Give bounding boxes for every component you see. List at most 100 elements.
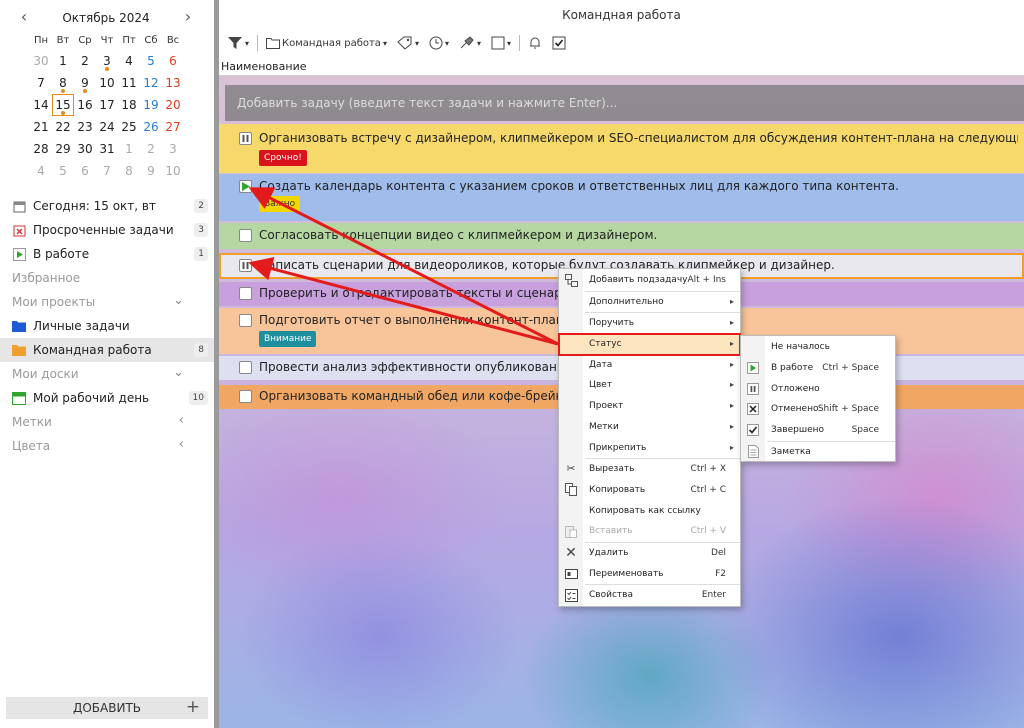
checkbox[interactable] — [239, 361, 252, 374]
status-paused[interactable]: Отложено — [741, 379, 895, 400]
add-button[interactable]: ДОБАВИТЬ + — [6, 697, 208, 719]
menu-item-status[interactable]: Статус ▸ — [558, 333, 741, 356]
calendar-day[interactable]: 17 — [96, 94, 118, 116]
calendar-day[interactable]: 16 — [74, 94, 96, 116]
calendar-day[interactable]: 6 — [162, 50, 184, 72]
calendar-day[interactable]: 21 — [30, 116, 52, 138]
calendar-day[interactable]: 28 — [30, 138, 52, 160]
menu-item-copy-link[interactable]: Копировать как ссылку — [559, 501, 740, 522]
status-cancelled[interactable]: Отменено Shift + Space — [741, 399, 895, 420]
checkbox[interactable] — [239, 287, 252, 300]
menu-item-properties[interactable]: Свойства Enter — [559, 585, 740, 606]
tag-badge[interactable]: Важно — [259, 196, 301, 212]
menu-item-date[interactable]: Дата ▸ — [559, 355, 740, 376]
sidebar-section-boards[interactable]: Мои доски ⌄ — [0, 362, 214, 386]
calendar-day[interactable]: 7 — [30, 72, 52, 94]
calendar-day[interactable]: 3 — [96, 50, 118, 72]
sidebar-section-favorites[interactable]: Избранное — [0, 266, 214, 290]
prev-month-icon[interactable]: ‹ — [14, 8, 34, 26]
calendar-day[interactable]: 4 — [118, 50, 140, 72]
calendar-day[interactable]: 22 — [52, 116, 74, 138]
menu-item-assign[interactable]: Поручить ▸ — [559, 313, 740, 334]
pause-status-icon[interactable] — [239, 259, 252, 272]
calendar-day[interactable]: 27 — [162, 116, 184, 138]
project-dropdown[interactable]: Командная работа ▾ — [264, 33, 389, 53]
calendar-day[interactable]: 5 — [52, 160, 74, 182]
calendar-day[interactable]: 30 — [74, 138, 96, 160]
menu-item-delete[interactable]: ✕ Удалить Del — [559, 543, 740, 564]
menu-item-project[interactable]: Проект ▸ — [559, 396, 740, 417]
sidebar-item-today[interactable]: Сегодня: 15 окт, вт 2 — [0, 194, 214, 218]
calendar-day[interactable]: 8 — [52, 72, 74, 94]
calendar-day[interactable]: 5 — [140, 50, 162, 72]
status-in-progress[interactable]: В работе Ctrl + Space — [741, 358, 895, 379]
play-status-icon[interactable] — [239, 180, 252, 193]
calendar-day[interactable]: 13 — [162, 72, 184, 94]
chevron-left-icon[interactable]: ‹ — [179, 437, 184, 452]
checkbox[interactable] — [239, 229, 252, 242]
menu-item-rename[interactable]: Переименовать F2 — [559, 564, 740, 585]
checkbox[interactable] — [239, 314, 252, 327]
menu-item-attach[interactable]: Прикрепить ▸ — [559, 438, 740, 459]
sidebar-item-overdue[interactable]: Просроченные задачи 3 — [0, 218, 214, 242]
calendar-day[interactable]: 3 — [162, 138, 184, 160]
calendar-day[interactable]: 4 — [30, 160, 52, 182]
calendar-day[interactable]: 8 — [118, 160, 140, 182]
calendar-day[interactable]: 30 — [30, 50, 52, 72]
menu-item-add-subtask[interactable]: Добавить подзадачу Alt + Ins — [559, 270, 740, 291]
calendar-day[interactable]: 18 — [118, 94, 140, 116]
calendar-day[interactable]: 7 — [96, 160, 118, 182]
menu-item-additional[interactable]: Дополнительно ▸ — [559, 292, 740, 313]
calendar-day[interactable]: 26 — [140, 116, 162, 138]
calendar-day[interactable]: 20 — [162, 94, 184, 116]
sidebar-section-projects[interactable]: Мои проекты ⌄ — [0, 290, 214, 314]
calendar-day[interactable]: 1 — [118, 138, 140, 160]
calendar-day[interactable]: 9 — [74, 72, 96, 94]
task-row[interactable]: Создать календарь контента с указанием с… — [219, 174, 1024, 221]
tags-button[interactable]: ▾ — [395, 33, 421, 53]
status-button[interactable]: ▾ — [489, 33, 513, 53]
calendar-day[interactable]: 10 — [96, 72, 118, 94]
calendar-day[interactable]: 6 — [74, 160, 96, 182]
date-button[interactable]: ▾ — [427, 33, 451, 53]
calendar-day[interactable]: 10 — [162, 160, 184, 182]
menu-item-cut[interactable]: ✂ Вырезать Ctrl + X — [559, 459, 740, 480]
task-row[interactable]: Организовать встречу с дизайнером, клипм… — [219, 124, 1024, 173]
add-task-input[interactable]: Добавить задачу (введите текст задачи и … — [225, 85, 1024, 121]
task-row[interactable]: Согласовать концепции видео с клипмейкер… — [219, 223, 1024, 249]
calendar-day-today[interactable]: 15 — [52, 94, 74, 116]
calendar-day[interactable]: 12 — [140, 72, 162, 94]
calendar-day[interactable]: 24 — [96, 116, 118, 138]
color-button[interactable]: ▾ — [457, 33, 483, 53]
calendar-day[interactable]: 1 — [52, 50, 74, 72]
calendar-day[interactable]: 23 — [74, 116, 96, 138]
chevron-down-icon[interactable]: ⌄ — [173, 293, 184, 308]
menu-item-color[interactable]: Цвет ▸ — [559, 375, 740, 396]
chevron-down-icon[interactable]: ⌄ — [173, 365, 184, 380]
calendar-day[interactable]: 25 — [118, 116, 140, 138]
pause-status-icon[interactable] — [239, 132, 252, 145]
sidebar-section-tags[interactable]: Метки ‹ — [0, 410, 214, 434]
calendar-day[interactable]: 2 — [140, 138, 162, 160]
menu-item-tags[interactable]: Метки ▸ — [559, 417, 740, 438]
status-note[interactable]: Заметка — [741, 442, 895, 463]
filter-button[interactable]: ▾ — [225, 33, 251, 53]
calendar-day[interactable]: 31 — [96, 138, 118, 160]
calendar-day[interactable]: 9 — [140, 160, 162, 182]
status-completed[interactable]: Завершено Space — [741, 420, 895, 441]
sidebar-section-colors[interactable]: Цвета ‹ — [0, 434, 214, 458]
completed-toggle[interactable] — [550, 33, 568, 53]
tag-badge[interactable]: Внимание — [259, 331, 317, 347]
next-month-icon[interactable]: › — [178, 8, 198, 26]
calendar-day[interactable]: 11 — [118, 72, 140, 94]
reminder-button[interactable] — [526, 33, 544, 53]
checkbox[interactable] — [239, 390, 252, 403]
status-not-started[interactable]: Не началось — [741, 337, 895, 358]
calendar-day[interactable]: 14 — [30, 94, 52, 116]
menu-item-paste[interactable]: Вставить Ctrl + V — [559, 521, 740, 542]
sidebar-item-team-work[interactable]: Командная работа 8 — [0, 338, 214, 362]
sidebar-item-personal-tasks[interactable]: Личные задачи — [0, 314, 214, 338]
calendar-day[interactable]: 29 — [52, 138, 74, 160]
menu-item-copy[interactable]: Копировать Ctrl + C — [559, 480, 740, 501]
calendar-day[interactable]: 19 — [140, 94, 162, 116]
